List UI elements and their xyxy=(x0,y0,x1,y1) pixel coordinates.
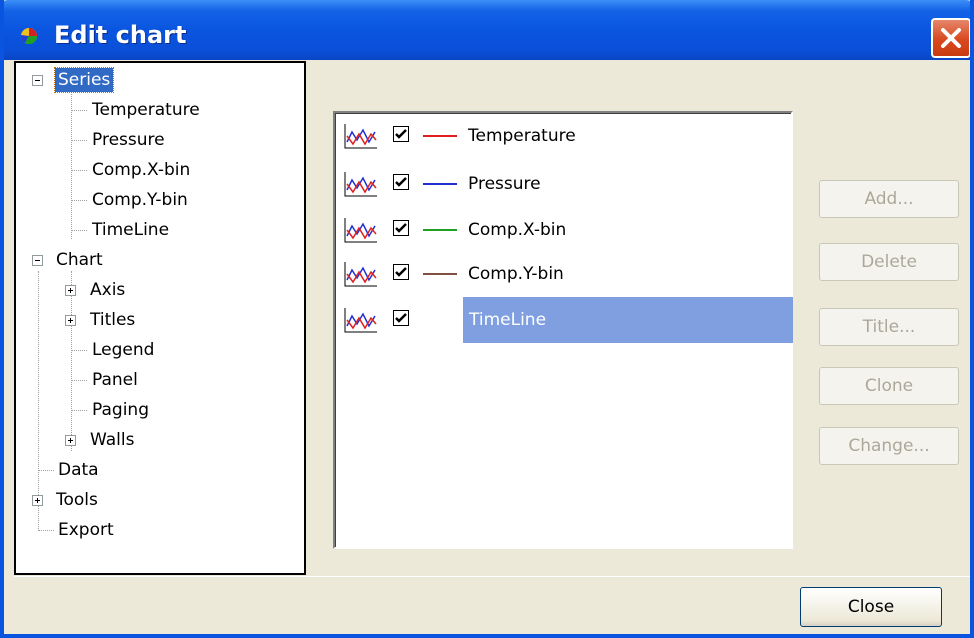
series-row-temperature[interactable]: Temperature xyxy=(343,116,789,156)
series-visible-checkbox[interactable] xyxy=(393,220,409,236)
edit-chart-dialog: Edit chart Series Temperature Pressure C… xyxy=(0,0,974,638)
check-icon xyxy=(395,129,407,139)
tree-node-tools[interactable]: Tools xyxy=(56,488,98,512)
tree-node-export[interactable]: Export xyxy=(58,518,114,542)
navigation-tree[interactable]: Series Temperature Pressure Comp.X-bin C… xyxy=(14,61,306,575)
series-color-swatch xyxy=(423,135,457,137)
delete-series-button[interactable]: Delete xyxy=(819,243,959,281)
series-name[interactable]: Comp.X-bin xyxy=(468,218,566,242)
expand-tools-toggle[interactable] xyxy=(32,495,43,506)
tree-node-temperature[interactable]: Temperature xyxy=(92,98,200,122)
line-series-icon xyxy=(344,218,377,243)
tree-node-comp-y-bin[interactable]: Comp.Y-bin xyxy=(92,188,188,212)
expand-walls-toggle[interactable] xyxy=(65,435,76,446)
check-icon xyxy=(395,223,407,233)
series-color-swatch xyxy=(423,183,457,185)
series-row-pressure[interactable]: Pressure xyxy=(343,164,789,204)
tree-node-data[interactable]: Data xyxy=(58,458,99,482)
series-name-selected[interactable]: TimeLine xyxy=(463,297,793,343)
tree-node-comp-x-bin[interactable]: Comp.X-bin xyxy=(92,158,190,182)
tree-node-pressure[interactable]: Pressure xyxy=(92,128,165,152)
tree-node-series[interactable]: Series xyxy=(53,67,115,93)
series-row-comp-y-bin[interactable]: Comp.Y-bin xyxy=(343,254,789,294)
window-title: Edit chart xyxy=(54,21,187,49)
series-visible-checkbox[interactable] xyxy=(393,126,409,142)
tree-node-axis[interactable]: Axis xyxy=(90,278,125,302)
series-name[interactable]: Pressure xyxy=(468,172,541,196)
expand-axis-toggle[interactable] xyxy=(65,285,76,296)
check-icon xyxy=(395,313,407,323)
tree-node-chart[interactable]: Chart xyxy=(56,248,103,272)
line-series-icon xyxy=(344,124,377,149)
add-series-button[interactable]: Add... xyxy=(819,180,959,218)
tree-node-panel[interactable]: Panel xyxy=(92,368,138,392)
series-list[interactable]: Temperature Pressure Comp.X-bin Comp.Y-b… xyxy=(333,111,793,549)
close-icon xyxy=(941,28,961,48)
tree-node-walls[interactable]: Walls xyxy=(90,428,134,452)
line-series-icon xyxy=(344,262,377,287)
chart-app-icon xyxy=(20,28,38,45)
tree-node-legend[interactable]: Legend xyxy=(92,338,154,362)
check-icon xyxy=(395,267,407,277)
series-row-comp-x-bin[interactable]: Comp.X-bin xyxy=(343,210,789,250)
tree-node-paging[interactable]: Paging xyxy=(92,398,149,422)
line-series-icon xyxy=(344,308,377,333)
title-bar[interactable]: Edit chart xyxy=(4,0,970,60)
series-visible-checkbox[interactable] xyxy=(393,310,409,326)
expand-titles-toggle[interactable] xyxy=(65,315,76,326)
series-color-swatch xyxy=(423,273,457,275)
line-series-icon xyxy=(344,172,377,197)
series-visible-checkbox[interactable] xyxy=(393,264,409,280)
close-button[interactable]: Close xyxy=(800,587,942,627)
title-series-button[interactable]: Title... xyxy=(819,308,959,346)
change-series-button[interactable]: Change... xyxy=(819,427,959,465)
series-name[interactable]: Temperature xyxy=(468,124,576,148)
bottom-separator xyxy=(14,576,970,577)
clone-series-button[interactable]: Clone xyxy=(819,367,959,405)
close-window-button[interactable] xyxy=(931,18,970,58)
series-visible-checkbox[interactable] xyxy=(393,174,409,190)
collapse-series-toggle[interactable] xyxy=(32,75,43,86)
check-icon xyxy=(395,177,407,187)
series-color-swatch xyxy=(423,229,457,231)
series-name[interactable]: Comp.Y-bin xyxy=(468,262,564,286)
series-row-timeline[interactable]: TimeLine xyxy=(343,297,793,343)
collapse-chart-toggle[interactable] xyxy=(32,255,43,266)
tree-node-titles[interactable]: Titles xyxy=(90,308,135,332)
tree-node-timeline[interactable]: TimeLine xyxy=(92,218,169,242)
